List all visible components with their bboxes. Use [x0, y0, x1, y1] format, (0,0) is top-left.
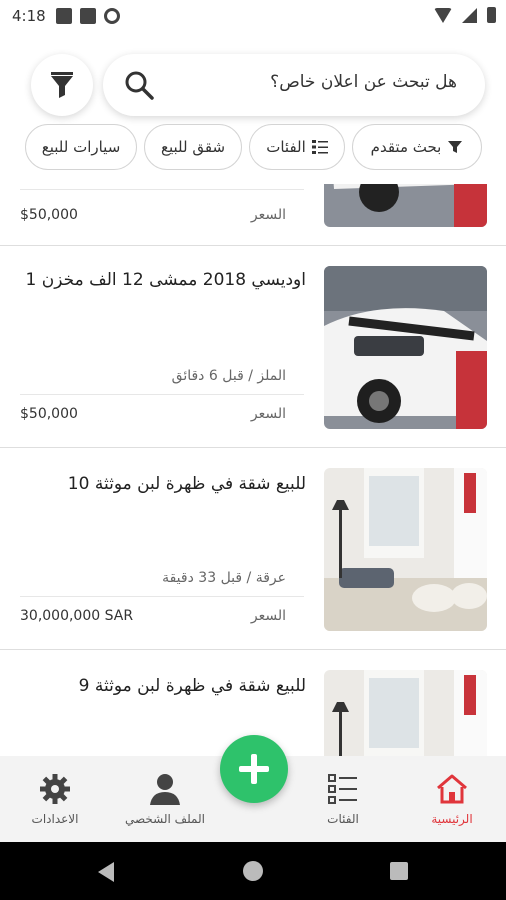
divider — [20, 394, 304, 395]
listing-title: للبيع شقة في ظهرة لبن موثثة 9 — [78, 676, 306, 696]
listing-thumbnail — [324, 468, 487, 631]
list-icon — [311, 140, 328, 154]
listing-card[interactable]: السعر $50,000 — [0, 184, 506, 246]
listing-location-time: الملز / قبل 6 دقائق — [171, 368, 286, 384]
gmail-icon — [56, 8, 72, 24]
price-label: السعر — [250, 207, 286, 223]
nav-profile-label: الملف الشخصي — [125, 812, 205, 826]
sync-icon — [104, 8, 120, 24]
nav-categories[interactable]: الفئات — [288, 772, 398, 832]
nav-categories-label: الفئات — [327, 812, 359, 826]
price-value: 30,000,000 SAR — [20, 608, 134, 624]
filter-icon — [448, 141, 463, 153]
divider — [20, 596, 304, 597]
system-icons — [434, 7, 496, 23]
apartment-image — [324, 670, 487, 756]
home-icon — [437, 774, 467, 804]
chip-label: شقق للبيع — [161, 138, 226, 156]
search-header: هل تبحث عن اعلان خاص؟ بحث متقدم الفئات ش… — [0, 34, 506, 184]
listing-card[interactable]: للبيع شقة في ظهرة لبن موثثة 10 عرقة / قب… — [0, 448, 506, 650]
person-icon — [150, 774, 180, 805]
nav-home-label: الرئيسية — [431, 812, 473, 826]
funnel-icon — [51, 72, 73, 98]
chip-label: الفئات — [266, 138, 306, 156]
price-value: $50,000 — [20, 207, 78, 223]
recents-icon[interactable] — [390, 862, 408, 880]
quick-filter-chips: بحث متقدم الفئات شقق للبيع سيارات للبيع — [0, 124, 506, 170]
signal-icon — [462, 7, 477, 23]
listing-card[interactable]: اوديسي 2018 ممشى 12 الف مخزن 1 الملز / ق… — [0, 246, 506, 448]
add-listing-button[interactable] — [220, 735, 288, 803]
listing-thumbnail — [324, 670, 487, 756]
nav-settings-label: الاعدادات — [31, 812, 79, 826]
listings-feed[interactable]: السعر $50,000 اوديسي 2018 ممشى 12 الف مخ… — [0, 184, 506, 756]
plus-icon — [239, 754, 269, 784]
search-icon[interactable] — [123, 69, 155, 101]
chip-label: سيارات للبيع — [41, 138, 121, 156]
nav-profile[interactable]: الملف الشخصي — [110, 772, 220, 832]
search-placeholder: هل تبحث عن اعلان خاص؟ — [270, 72, 457, 92]
battery-icon — [487, 7, 496, 23]
list-icon — [328, 774, 357, 804]
chip-label: بحث متقدم — [370, 138, 442, 156]
chip-cars-for-sale[interactable]: سيارات للبيع — [25, 124, 137, 170]
listing-thumbnail — [324, 184, 487, 227]
listing-location-time: عرقة / قبل 33 دقيقة — [162, 570, 286, 586]
system-navigation-bar — [0, 842, 506, 900]
listing-title: اوديسي 2018 ممشى 12 الف مخزن 1 — [25, 270, 306, 290]
car-image — [324, 184, 487, 227]
sd-card-icon — [80, 8, 96, 24]
price-label: السعر — [250, 608, 286, 624]
chip-apartments-for-sale[interactable]: شقق للبيع — [144, 124, 242, 170]
price-label: السعر — [250, 406, 286, 422]
notification-icons — [56, 8, 120, 24]
nav-home[interactable]: الرئيسية — [397, 772, 506, 832]
chip-advanced-search[interactable]: بحث متقدم — [352, 124, 482, 170]
listing-title: للبيع شقة في ظهرة لبن موثثة 10 — [67, 474, 306, 494]
listing-thumbnail — [324, 266, 487, 429]
status-bar: 4:18 — [0, 0, 506, 34]
nav-settings[interactable]: الاعدادات — [0, 772, 110, 832]
price-value: $50,000 — [20, 406, 78, 422]
divider — [20, 189, 304, 190]
car-image — [324, 266, 487, 429]
chip-categories[interactable]: الفئات — [249, 124, 345, 170]
apartment-image — [324, 468, 487, 631]
status-time: 4:18 — [12, 7, 46, 25]
home-button-icon[interactable] — [243, 861, 263, 881]
wifi-icon — [434, 7, 452, 23]
filter-button[interactable] — [31, 54, 93, 116]
gear-icon — [40, 774, 70, 804]
search-input[interactable]: هل تبحث عن اعلان خاص؟ — [103, 54, 485, 116]
back-icon[interactable] — [98, 862, 114, 882]
